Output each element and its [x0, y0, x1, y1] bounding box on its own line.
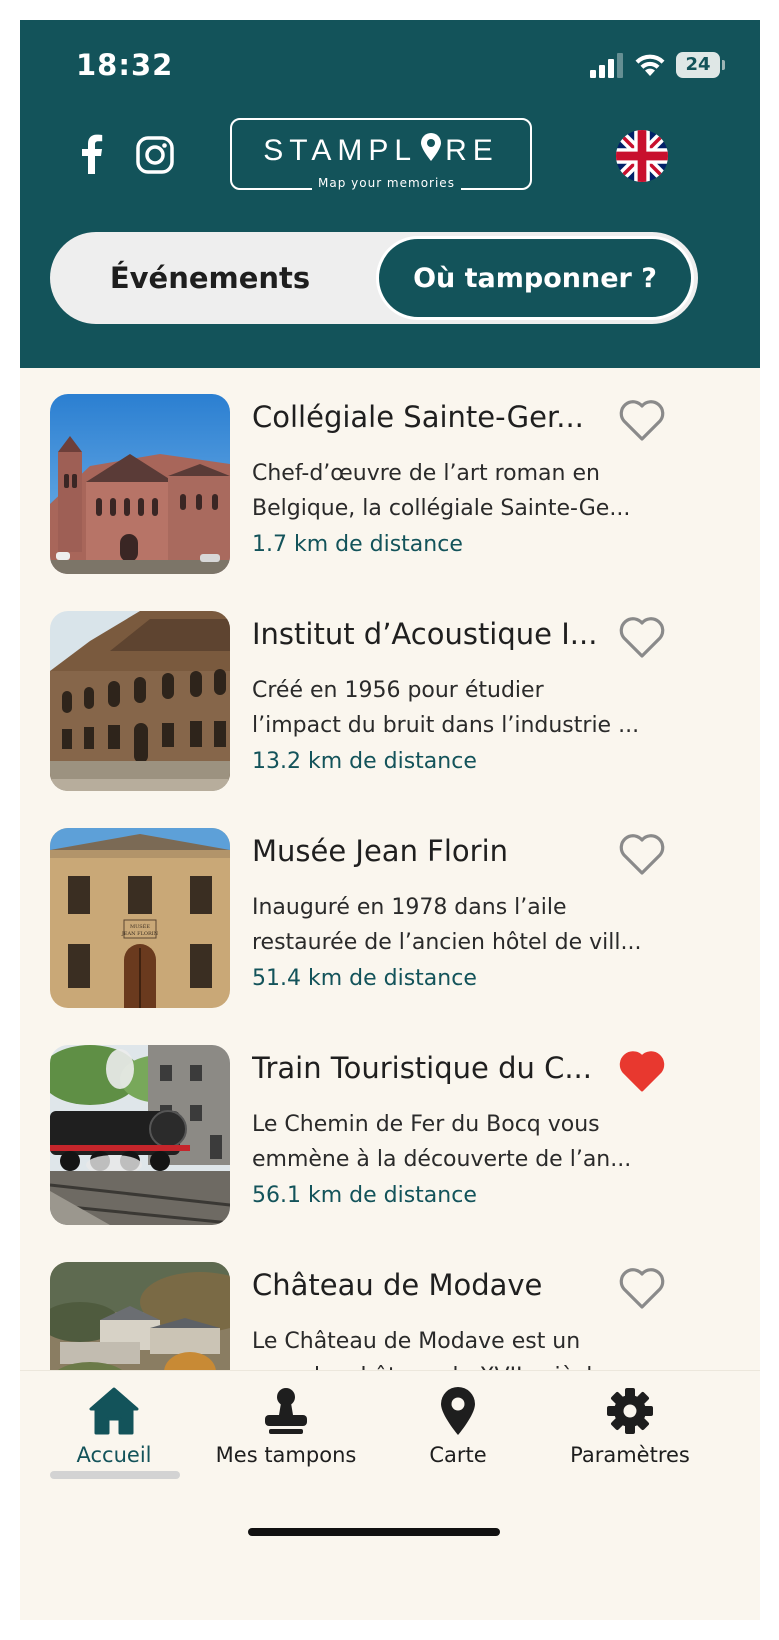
place-description: Le Chemin de Fer du Bocq vous emmène à l…	[252, 1112, 632, 1172]
place-description: Chef-d’œuvre de l’art roman en Belgique,…	[252, 461, 631, 521]
nav-label: Carte	[429, 1443, 487, 1467]
place-distance: 13.2 km de distance	[252, 749, 477, 774]
places-list: Collégiale Sainte-Ger... Chef-d’œuvre de…	[20, 368, 760, 1392]
museum-sign: MUSÉE	[130, 922, 150, 930]
status-time: 18:32	[76, 48, 174, 82]
heart-outline-icon[interactable]	[618, 1266, 666, 1310]
place-distance: 51.4 km de distance	[252, 966, 477, 991]
app-screen: 18:32 24 STAMPL RE Map your memories Évé…	[20, 20, 760, 1620]
nav-item-parametres[interactable]: Paramètres	[540, 1385, 720, 1467]
logo-tagline: Map your memories	[312, 176, 461, 190]
bottom-navigation: Accueil Mes tampons Carte Paramètres	[20, 1370, 760, 1620]
list-item[interactable]: MUSÉE JEAN FLORIN Musée Jean Florin Inau…	[20, 820, 760, 1010]
list-item[interactable]: Train Touristique du C... Le Chemin de F…	[20, 1037, 760, 1227]
place-thumbnail: MUSÉE JEAN FLORIN	[50, 828, 230, 1008]
logo-wordmark: STAMPL RE	[263, 133, 499, 167]
facebook-icon[interactable]	[76, 134, 106, 174]
stamp-icon	[265, 1388, 307, 1434]
place-title: Musée Jean Florin	[252, 834, 509, 868]
instagram-icon[interactable]	[136, 136, 174, 174]
nav-item-accueil[interactable]: Accueil	[24, 1385, 204, 1467]
place-distance: 56.1 km de distance	[252, 1183, 477, 1208]
place-title: Collégiale Sainte-Ger...	[252, 400, 584, 434]
museum-sign: JEAN FLORIN	[121, 931, 159, 937]
header: 18:32 24 STAMPL RE Map your memories Évé…	[20, 20, 760, 368]
place-title: Château de Modave	[252, 1268, 543, 1302]
list-item[interactable]: Collégiale Sainte-Ger... Chef-d’œuvre de…	[20, 386, 760, 576]
signal-icon	[590, 52, 624, 78]
nav-item-mes-tampons[interactable]: Mes tampons	[196, 1385, 376, 1467]
nav-label: Accueil	[76, 1443, 152, 1467]
place-description: Créé en 1956 pour étudier l’impact du br…	[252, 678, 640, 738]
active-tab-indicator	[50, 1471, 180, 1479]
map-pin-icon	[441, 1387, 475, 1435]
nav-item-carte[interactable]: Carte	[368, 1385, 548, 1467]
heart-outline-icon[interactable]	[618, 398, 666, 442]
nav-label: Mes tampons	[215, 1443, 357, 1467]
place-thumbnail	[50, 611, 230, 791]
heart-outline-icon[interactable]	[618, 832, 666, 876]
home-indicator[interactable]	[248, 1528, 500, 1536]
list-item[interactable]: Institut d’Acoustique I... Créé en 1956 …	[20, 603, 760, 793]
place-description: Inauguré en 1978 dans l’aile restaurée d…	[252, 895, 642, 955]
battery-indicator: 24	[676, 52, 725, 78]
home-icon	[89, 1387, 139, 1435]
tab-evenements[interactable]: Événements	[50, 232, 370, 324]
segmented-control: Événements Où tamponner ?	[50, 232, 698, 324]
heart-filled-icon[interactable]	[618, 1049, 666, 1093]
tab-ou-tamponner[interactable]: Où tamponner ?	[376, 236, 694, 320]
logo-pin-icon	[421, 133, 442, 161]
place-distance: 1.7 km de distance	[252, 532, 463, 557]
wifi-icon	[635, 54, 665, 76]
place-title: Institut d’Acoustique I...	[252, 617, 598, 651]
place-title: Train Touristique du C...	[252, 1051, 592, 1085]
gear-icon	[607, 1388, 653, 1434]
place-thumbnail	[50, 1045, 230, 1225]
stamplore-logo: STAMPL RE Map your memories	[230, 118, 532, 190]
place-thumbnail	[50, 394, 230, 574]
uk-flag-language-icon[interactable]	[616, 130, 668, 182]
nav-label: Paramètres	[570, 1443, 690, 1467]
heart-outline-icon[interactable]	[618, 615, 666, 659]
